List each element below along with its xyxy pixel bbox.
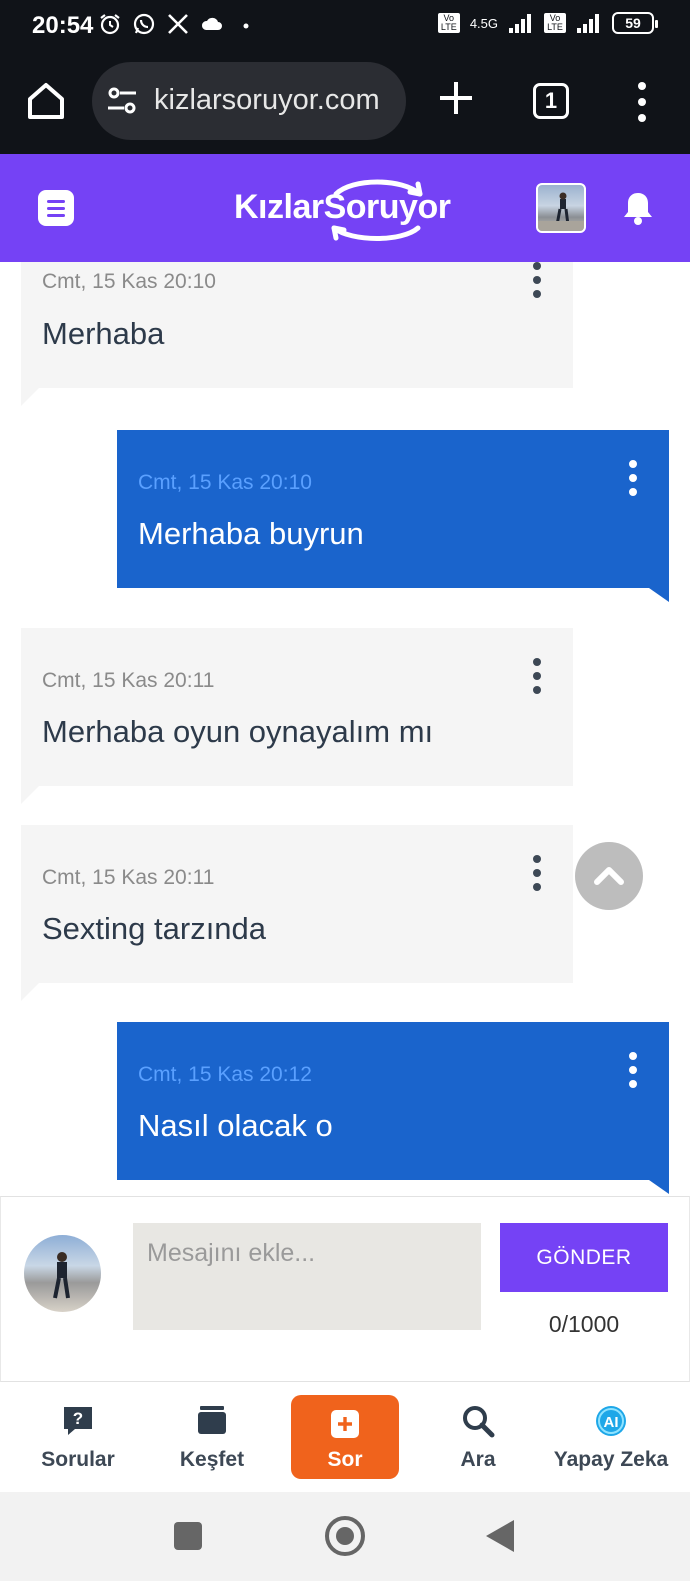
nav-sorular[interactable]: ? Sorular — [28, 1382, 128, 1492]
svg-text:?: ? — [73, 1409, 83, 1428]
question-bubble-icon: ? — [64, 1407, 92, 1435]
message-time: Cmt, 15 Kas 20:11 — [42, 669, 215, 692]
status-bar: 20:54 Vo LTE 4.5G Vo LTE 59 — [0, 0, 690, 52]
nav-sor[interactable]: Sor — [291, 1395, 399, 1479]
scroll-to-top-button[interactable] — [575, 842, 643, 910]
nav-label: Ara — [460, 1448, 496, 1471]
add-square-icon — [331, 1410, 359, 1438]
chat-thread: Cmt, 15 Kas 20:10 Merhaba Cmt, 15 Kas 20… — [0, 262, 690, 1196]
nav-label: Yapay Zeka — [553, 1448, 669, 1471]
message-options-icon[interactable] — [531, 262, 543, 298]
back-button[interactable] — [486, 1520, 514, 1552]
message-text: Merhaba — [42, 316, 165, 351]
message-options-icon[interactable] — [627, 460, 639, 496]
message-time: Cmt, 15 Kas 20:10 — [42, 270, 216, 293]
message-time: Cmt, 15 Kas 20:12 — [138, 1063, 312, 1086]
new-tab-icon[interactable] — [436, 78, 476, 118]
system-home-button[interactable] — [325, 1516, 365, 1556]
status-time: 20:54 — [32, 12, 94, 39]
volte-label-2: Vo LTE — [544, 13, 566, 33]
status-icons-left — [98, 12, 258, 36]
tabs-icon[interactable]: 1 — [533, 83, 569, 119]
nav-label: Sor — [327, 1448, 363, 1471]
x-icon — [168, 14, 188, 34]
nav-ara[interactable]: Ara — [428, 1382, 528, 1492]
whatsapp-icon — [133, 13, 155, 35]
site-settings-icon[interactable] — [106, 86, 138, 116]
bubble-tail — [21, 983, 39, 1001]
chevron-up-icon — [594, 867, 624, 885]
send-button[interactable]: GÖNDER — [500, 1223, 668, 1292]
cards-icon — [198, 1406, 226, 1434]
message-text: Merhaba oyun oynayalım mı — [42, 714, 434, 749]
cloud-icon — [201, 17, 222, 30]
browser-toolbar: kizlarsoruyor.com 1 — [0, 52, 690, 154]
ai-badge-text: AI — [604, 1414, 619, 1431]
status-icons-right: Vo LTE 4.5G Vo LTE 59 — [437, 12, 658, 34]
home-icon[interactable] — [24, 79, 68, 123]
bubble-tail — [21, 388, 39, 406]
avatar — [24, 1235, 101, 1312]
network-label: 4.5G — [469, 15, 498, 31]
signal-icon — [509, 14, 531, 33]
signal-icon-2 — [577, 14, 599, 33]
message-incoming: Cmt, 15 Kas 20:11 Sexting tarzında — [21, 825, 573, 983]
message-text: Sexting tarzında — [42, 911, 267, 946]
bubble-tail — [21, 786, 39, 804]
menu-icon[interactable] — [38, 190, 74, 226]
bubble-tail — [649, 1180, 669, 1194]
nav-yapay-zeka[interactable]: AI Yapay Zeka — [548, 1382, 674, 1492]
url-text[interactable]: kizlarsoruyor.com — [154, 84, 394, 117]
logo[interactable]: KızlarSoruyor — [234, 179, 460, 241]
dot-icon — [243, 23, 249, 29]
nav-label: Keşfet — [179, 1448, 245, 1471]
volte-label: Vo LTE — [437, 13, 460, 33]
message-composer: GÖNDER 0/1000 — [0, 1196, 690, 1382]
nav-label: Sorular — [41, 1448, 115, 1471]
message-time: Cmt, 15 Kas 20:10 — [138, 471, 312, 494]
avatar[interactable] — [536, 183, 586, 233]
recents-button[interactable] — [174, 1522, 202, 1550]
message-options-icon[interactable] — [531, 855, 543, 891]
bubble-tail — [649, 588, 669, 602]
system-navigation-bar — [0, 1492, 690, 1581]
message-options-icon[interactable] — [627, 1052, 639, 1088]
alarm-icon — [100, 14, 120, 35]
message-outgoing: Cmt, 15 Kas 20:12 Nasıl olacak o — [117, 1022, 669, 1180]
app-header: KızlarSoruyor — [0, 154, 690, 262]
message-incoming: Cmt, 15 Kas 20:11 Merhaba oyun oynayalım… — [21, 628, 573, 786]
character-counter: 0/1000 — [548, 1311, 620, 1337]
bottom-navigation: ? Sorular Keşfet Sor Ara AI Yapay Zeka — [0, 1382, 690, 1492]
logo-text: KızlarSoruyor — [234, 188, 451, 226]
more-vert-icon[interactable] — [630, 80, 654, 124]
message-options-icon[interactable] — [531, 658, 543, 694]
url-bar[interactable]: kizlarsoruyor.com — [92, 62, 406, 140]
bell-icon[interactable] — [622, 190, 654, 226]
ai-icon: AI — [596, 1406, 626, 1436]
message-input[interactable] — [133, 1223, 481, 1330]
message-text: Merhaba buyrun — [138, 516, 364, 551]
message-outgoing: Cmt, 15 Kas 20:10 Merhaba buyrun — [117, 430, 669, 588]
message-incoming: Cmt, 15 Kas 20:10 Merhaba — [21, 262, 573, 388]
battery-icon: 59 — [612, 12, 658, 34]
search-icon — [463, 1406, 495, 1438]
message-text: Nasıl olacak o — [138, 1108, 333, 1143]
message-time: Cmt, 15 Kas 20:11 — [42, 866, 215, 889]
nav-kesfet[interactable]: Keşfet — [162, 1382, 262, 1492]
